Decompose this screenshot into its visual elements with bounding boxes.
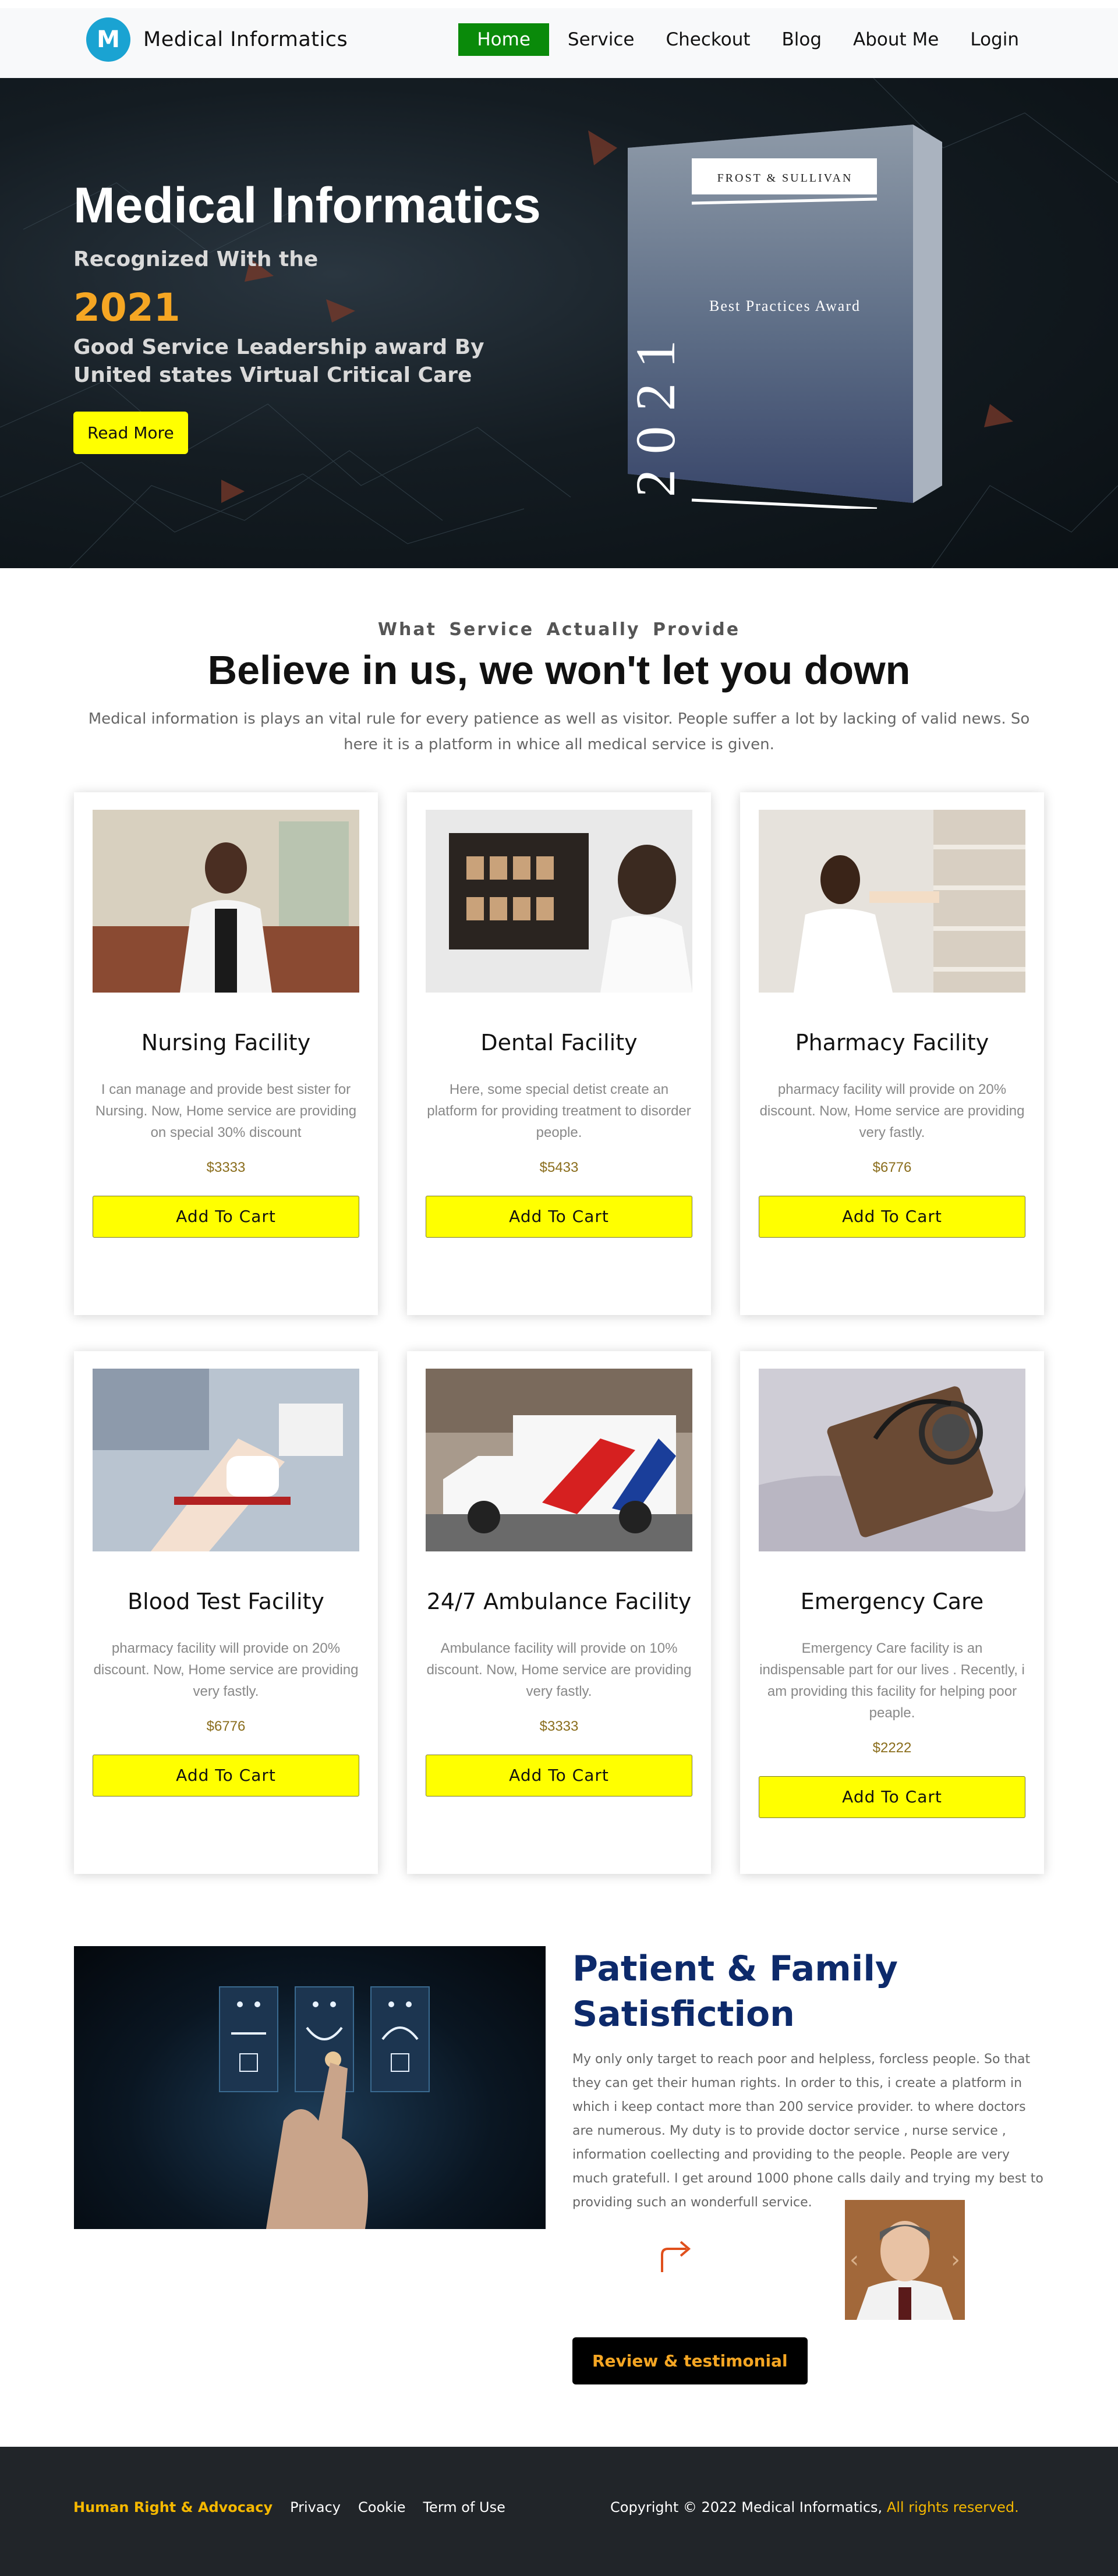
hero-banner: Medical Informatics Recognized With the … — [0, 78, 1118, 568]
card-description: Ambulance facility will provide on 10% d… — [426, 1640, 692, 1699]
services-eyebrow: What Service Actually Provide — [377, 619, 741, 640]
ambulance-photo — [426, 1369, 692, 1551]
hero-title: Medical Informatics — [73, 178, 541, 233]
card-title: Blood Test Facility — [128, 1589, 324, 1614]
copyright: Copyright © 2022 Medical Informatics, Al… — [610, 2499, 1019, 2515]
rights-text: All rights reserved. — [886, 2499, 1019, 2515]
service-card-nursing: Nursing Facility I can manage and provid… — [74, 792, 378, 1315]
award-trophy-image: FROST & SULLIVAN Best Practices Award 20… — [628, 125, 942, 509]
card-price: $3333 — [539, 1718, 579, 1734]
service-card-blood-test: Blood Test Facility pharmacy facility wi… — [74, 1351, 378, 1874]
prev-testimonial-button[interactable]: ‹ — [850, 2247, 859, 2273]
xray-photo — [426, 810, 692, 993]
footer-link-privacy[interactable]: Privacy — [290, 2499, 341, 2515]
card-description: pharmacy facility will provide on 20% di… — [93, 1640, 359, 1699]
testimonial-avatar: ‹ › — [845, 2200, 965, 2320]
nurse-photo — [93, 810, 359, 993]
hero-description: Good Service Leadership award By United … — [73, 335, 484, 387]
forward-arrow-icon — [661, 2241, 691, 2272]
footer-links: Human Right & Advocacy Privacy Cookie Te… — [73, 2499, 505, 2515]
card-title: Dental Facility — [480, 1030, 638, 1055]
service-card-grid: Nursing Facility I can manage and provid… — [74, 792, 1044, 1874]
brand[interactable]: M Medical Informatics — [86, 17, 348, 62]
add-to-cart-button[interactable]: Add To Cart — [426, 1755, 692, 1797]
service-card-pharmacy: Pharmacy Facility pharmacy facility will… — [740, 792, 1044, 1315]
service-card-ambulance: 24/7 Ambulance Facility Ambulance facili… — [407, 1351, 711, 1874]
satisfaction-body: My only only target to reach poor and he… — [572, 2052, 1043, 2210]
add-to-cart-button[interactable]: Add To Cart — [759, 1776, 1025, 1818]
stethoscope-photo — [759, 1369, 1025, 1551]
card-price: $6776 — [872, 1160, 912, 1175]
card-price: $5433 — [539, 1160, 579, 1175]
service-card-emergency: Emergency Care Emergency Care facility i… — [740, 1351, 1044, 1874]
hero-subtitle: Recognized With the — [73, 247, 319, 271]
nav-blog[interactable]: Blog — [769, 23, 835, 56]
satisfaction-feedback-image — [74, 1946, 546, 2229]
add-to-cart-button[interactable]: Add To Cart — [759, 1196, 1025, 1238]
card-price: $2222 — [872, 1740, 912, 1756]
footer-link-cookie[interactable]: Cookie — [358, 2499, 405, 2515]
nav-checkout[interactable]: Checkout — [653, 23, 763, 56]
hero-year: 2021 — [73, 285, 181, 330]
card-description: Here, some special detist create an plat… — [427, 1082, 691, 1140]
review-testimonial-button[interactable]: Review & testimonial — [572, 2337, 808, 2384]
footer-link-human-right[interactable]: Human Right & Advocacy — [73, 2499, 273, 2515]
award-plate-text: FROST & SULLIVAN — [717, 172, 853, 185]
copyright-text: Copyright © 2022 Medical Informatics, — [610, 2499, 883, 2515]
add-to-cart-button[interactable]: Add To Cart — [93, 1755, 359, 1797]
card-title: 24/7 Ambulance Facility — [426, 1589, 692, 1614]
pharmacy-photo — [759, 810, 1025, 993]
award-name-text: Best Practices Award — [709, 297, 861, 314]
brand-name: Medical Informatics — [143, 28, 348, 51]
award-year-text: 2021 — [628, 325, 687, 497]
footer-link-terms[interactable]: Term of Use — [423, 2499, 505, 2515]
main-nav: Home Service Checkout Blog About Me Logi… — [458, 23, 1032, 56]
card-description: I can manage and provide best sister for… — [95, 1082, 357, 1140]
add-to-cart-button[interactable]: Add To Cart — [93, 1196, 359, 1238]
card-description: pharmacy facility will provide on 20% di… — [759, 1082, 1025, 1140]
next-testimonial-button[interactable]: › — [951, 2247, 960, 2273]
nav-login[interactable]: Login — [957, 23, 1032, 56]
card-price: $3333 — [206, 1160, 246, 1175]
service-card-dental: Dental Facility Here, some special detis… — [407, 792, 711, 1315]
card-title: Pharmacy Facility — [795, 1030, 989, 1055]
nav-home[interactable]: Home — [458, 23, 549, 56]
satisfaction-title: Patient & Family Satisfiction — [572, 1948, 898, 2035]
services-title: Believe in us, we won't let you down — [207, 647, 911, 693]
read-more-button[interactable]: Read More — [73, 412, 188, 454]
add-to-cart-button[interactable]: Add To Cart — [426, 1196, 692, 1238]
satisfaction-section: Patient & Family Satisfiction My only on… — [74, 1946, 1044, 2447]
services-section: What Service Actually Provide Believe in… — [0, 568, 1118, 1874]
card-description: Emergency Care facility is an indispensa… — [759, 1640, 1025, 1721]
nav-service[interactable]: Service — [555, 23, 648, 56]
logo-icon: M — [86, 17, 130, 62]
nav-about-me[interactable]: About Me — [840, 23, 951, 56]
services-description: Medical information is plays an vital ru… — [88, 710, 1030, 753]
footer: Human Right & Advocacy Privacy Cookie Te… — [0, 2447, 1118, 2576]
blood-test-photo — [93, 1369, 359, 1551]
card-title: Nursing Facility — [141, 1030, 311, 1055]
card-price: $6776 — [206, 1718, 246, 1734]
card-title: Emergency Care — [800, 1589, 984, 1614]
top-navbar: M Medical Informatics Home Service Check… — [0, 8, 1118, 78]
